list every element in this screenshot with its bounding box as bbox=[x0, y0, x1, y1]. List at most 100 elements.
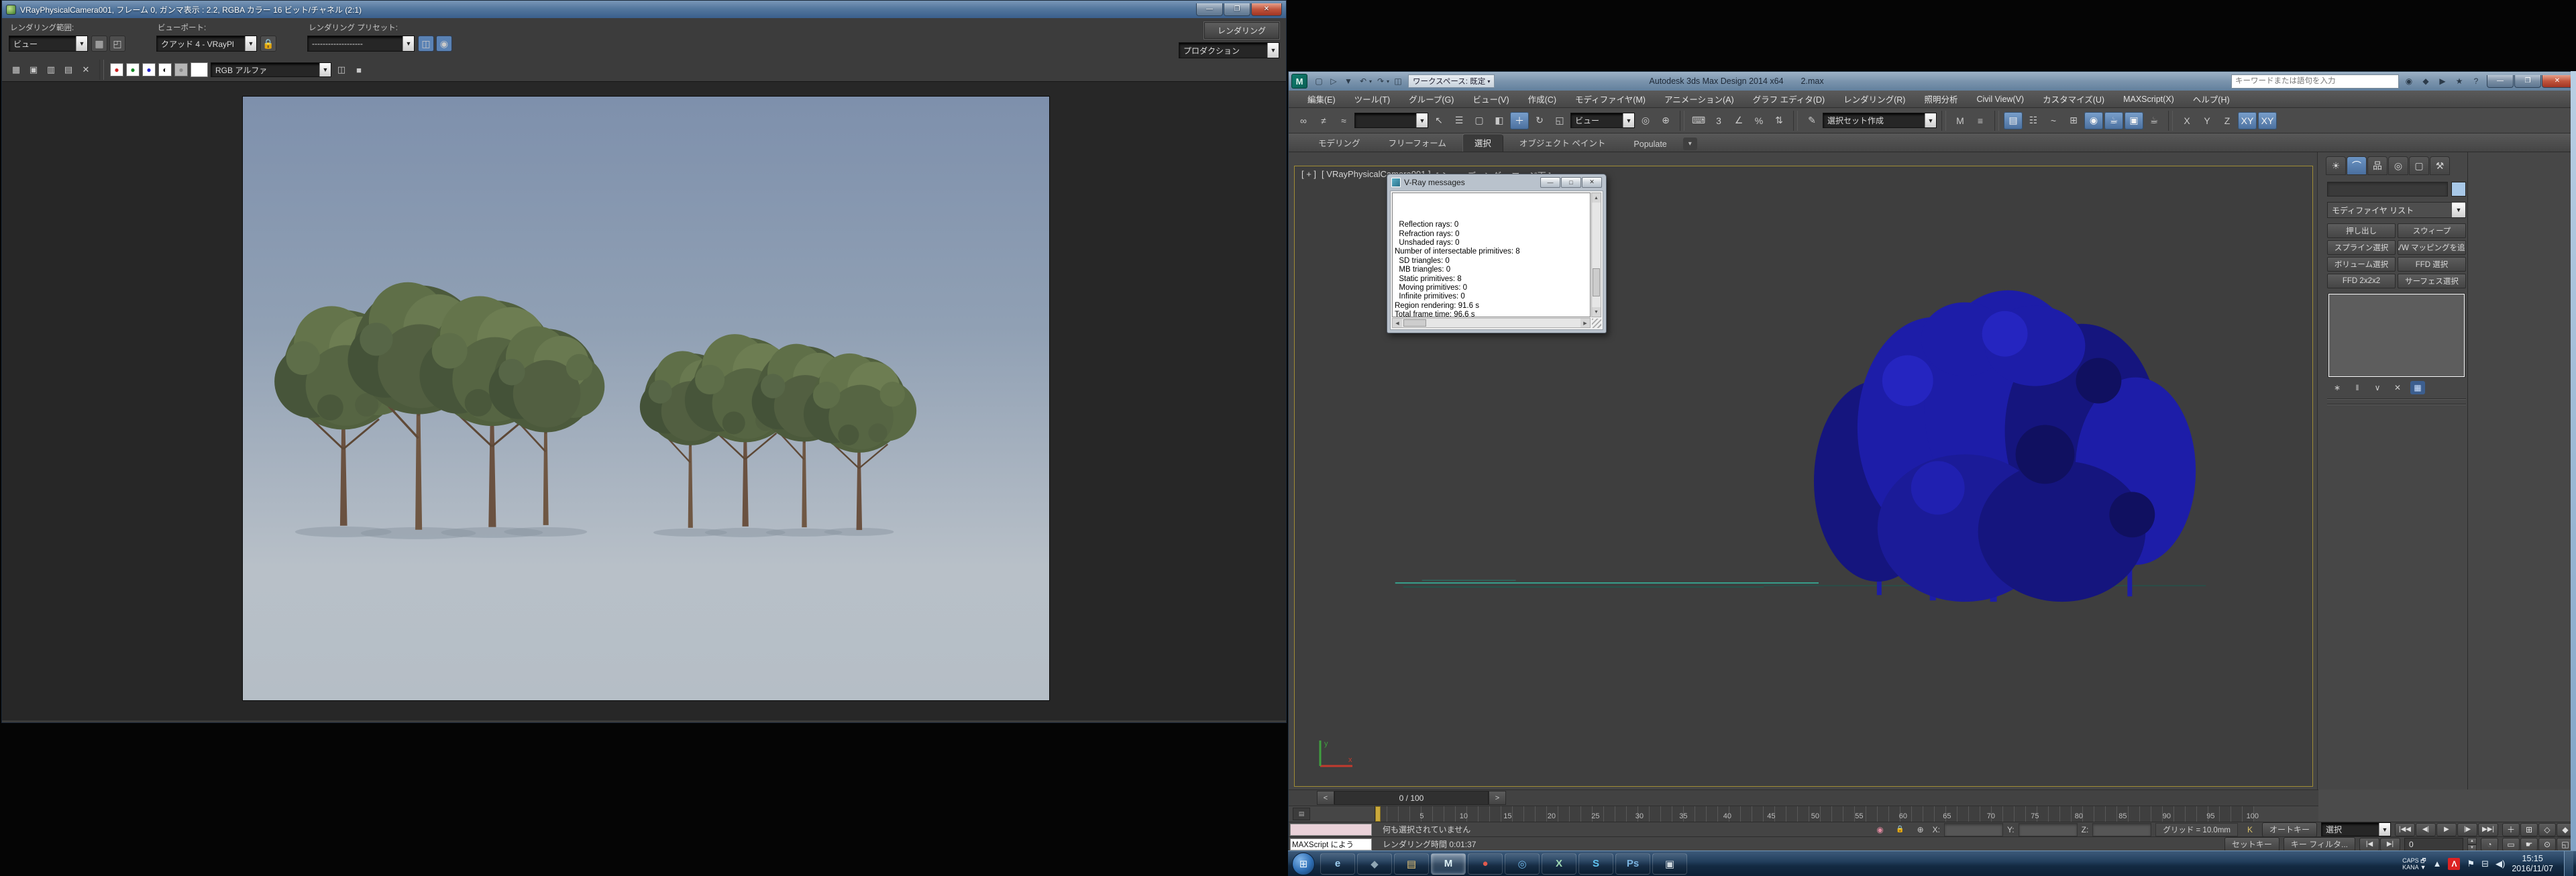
modifier-button[interactable]: 押し出し bbox=[2327, 223, 2396, 238]
vray-messages-dialog[interactable]: V-Ray messages — □ ✕ Reflection rays: 0 … bbox=[1387, 174, 1607, 333]
axis-xy-button[interactable]: XY bbox=[2238, 112, 2257, 129]
snap-xy-button[interactable]: XY bbox=[2258, 112, 2277, 129]
next-key-button[interactable]: ▶| bbox=[2380, 838, 2400, 851]
tray-avira-icon[interactable]: Λ bbox=[2448, 858, 2460, 870]
search-icon[interactable]: ◉ bbox=[2402, 74, 2416, 88]
undo-icon[interactable]: ↶ bbox=[1356, 74, 1371, 88]
render-preset-dropdown[interactable]: -------------------▼ bbox=[307, 36, 415, 52]
spinner-down-icon[interactable]: ▼ bbox=[2467, 844, 2477, 851]
save-file-icon[interactable]: ▼ bbox=[1341, 74, 1356, 88]
tray-up-arrow-icon[interactable]: ▲ bbox=[2433, 859, 2442, 869]
edit-region-icon[interactable]: ◰ bbox=[109, 36, 125, 52]
ribbon-tab[interactable]: オブジェクト ペイント bbox=[1507, 133, 1617, 152]
spinner-snap-icon[interactable]: ⇅ bbox=[1770, 112, 1788, 129]
taskbar-app8-icon[interactable]: S bbox=[1578, 853, 1613, 875]
chevron-down-icon[interactable]: ▾ bbox=[1369, 78, 1372, 85]
dialog-title-bar[interactable]: V-Ray messages — □ ✕ bbox=[1387, 174, 1606, 190]
infocenter-search-input[interactable] bbox=[2231, 74, 2399, 89]
edit-named-selections-icon[interactable]: ✎ bbox=[1803, 112, 1821, 129]
show-end-result-icon[interactable]: ‖ bbox=[2350, 381, 2365, 394]
zoom-icon[interactable]: ＋ bbox=[2502, 823, 2520, 836]
restore-button[interactable]: ❐ bbox=[2514, 75, 2541, 88]
taskbar-folder-icon[interactable]: ▤ bbox=[1394, 853, 1429, 875]
taskbar-3dsmax-icon[interactable]: M bbox=[1431, 853, 1466, 875]
ribbon-tab[interactable]: Populate bbox=[1621, 137, 1678, 152]
mini-curve-editor-icon[interactable]: ▤ bbox=[1293, 808, 1310, 820]
unlink-selection-icon[interactable]: ≠ bbox=[1314, 112, 1333, 129]
minimize-button[interactable]: — bbox=[1196, 3, 1223, 16]
vfb-title-bar[interactable]: VRayPhysicalCamera001, フレーム 0, ガンマ表示 : 2… bbox=[2, 1, 1286, 18]
channel-display-dropdown[interactable]: RGB アルファ▼ bbox=[211, 62, 331, 77]
material-editor-icon[interactable]: ◉ bbox=[2084, 112, 2103, 129]
named-selection-sets-dropdown[interactable]: 選択セット作成▼ bbox=[1823, 113, 1937, 128]
modifier-button[interactable]: サーフェス選択 bbox=[2398, 274, 2466, 288]
zoom-all-icon[interactable]: ⊞ bbox=[2520, 823, 2538, 836]
menu-item[interactable]: Civil View(V) bbox=[1967, 91, 2033, 107]
taskbar-ps-icon[interactable]: Ps bbox=[1615, 853, 1650, 875]
taskbar-app10-icon[interactable]: ▣ bbox=[1652, 853, 1687, 875]
go-to-end-button[interactable]: ▶▶| bbox=[2478, 823, 2498, 836]
language-indicator[interactable]: CAPS 🗗 KANA ▼ bbox=[2402, 857, 2426, 871]
taskbar-app2-icon[interactable]: ◆ bbox=[1357, 853, 1392, 875]
rendered-frame-icon[interactable]: ▣ bbox=[2125, 112, 2143, 129]
select-region-icon[interactable]: ▦ bbox=[91, 36, 107, 52]
menu-item[interactable]: ビュー(V) bbox=[1463, 91, 1518, 107]
pan-icon[interactable]: ☛ bbox=[2520, 838, 2538, 851]
tab-hierarchy-icon[interactable]: 品 bbox=[2367, 156, 2387, 175]
window-crossing-icon[interactable]: ◧ bbox=[1490, 112, 1509, 129]
timeline-ruler[interactable]: 5101520253035404550556065707580859095100 bbox=[1375, 806, 2254, 822]
time-slider-frame-indicator[interactable]: 0 / 100 bbox=[1334, 791, 1489, 805]
scroll-up-icon[interactable]: ▲ bbox=[1592, 193, 1601, 203]
scrollbar-thumb[interactable] bbox=[1403, 319, 1426, 327]
maxscript-mini-listener[interactable]: MAXScript によう bbox=[1290, 838, 1372, 851]
taskbar-excel-icon[interactable]: X bbox=[1542, 853, 1576, 875]
redo-icon[interactable]: ↷ bbox=[1373, 74, 1388, 88]
minimize-button[interactable]: — bbox=[2487, 75, 2514, 88]
tray-volume-icon[interactable]: ◀) bbox=[2496, 859, 2505, 869]
menu-item[interactable]: レンダリング(R) bbox=[1834, 91, 1915, 107]
show-desktop-button[interactable] bbox=[2564, 851, 2573, 876]
menu-item[interactable]: 照明分析 bbox=[1915, 91, 1967, 107]
tab-utilities-icon[interactable]: ⚒ bbox=[2430, 156, 2450, 175]
angle-snap-icon[interactable]: ∠ bbox=[1729, 112, 1748, 129]
copy-image-icon[interactable]: ▣ bbox=[26, 62, 41, 77]
x-coordinate-field[interactable] bbox=[1944, 823, 2003, 836]
render-button[interactable]: レンダリング bbox=[1204, 22, 1279, 39]
lock-viewport-icon[interactable]: 🔒 bbox=[260, 36, 276, 52]
reference-coordinate-dropdown[interactable]: ビュー▼ bbox=[1570, 113, 1635, 128]
curve-editor-icon[interactable]: ~ bbox=[2044, 112, 2063, 129]
align-icon[interactable]: ≡ bbox=[1971, 112, 1990, 129]
scroll-right-icon[interactable]: ▶ bbox=[1580, 319, 1590, 327]
help-icon[interactable]: ? bbox=[2469, 74, 2483, 88]
select-and-scale-icon[interactable]: ◱ bbox=[1550, 112, 1569, 129]
isolate-selection-icon[interactable]: ◉ bbox=[1872, 823, 1888, 836]
object-color-swatch[interactable] bbox=[2451, 182, 2466, 197]
clear-image-icon[interactable]: ✕ bbox=[78, 62, 93, 77]
selection-filter-dropdown[interactable]: ▼ bbox=[1354, 113, 1428, 128]
open-file-icon[interactable]: ▷ bbox=[1326, 74, 1341, 88]
load-preset-icon[interactable]: ◫ bbox=[418, 36, 434, 52]
modifier-list-dropdown[interactable]: モディファイヤ リスト ▼ bbox=[2327, 202, 2466, 218]
ribbon-tab[interactable]: 選択 bbox=[1462, 133, 1503, 152]
menu-item[interactable]: グループ(G) bbox=[1399, 91, 1463, 107]
vertical-scrollbar[interactable]: ▲ ▼ bbox=[1591, 193, 1601, 317]
orbit-icon[interactable]: ⊙ bbox=[2538, 838, 2556, 851]
menu-item[interactable]: 作成(C) bbox=[1519, 91, 1566, 107]
bind-to-spacewarp-icon[interactable]: ≈ bbox=[1334, 112, 1353, 129]
use-pivot-center-icon[interactable]: ◎ bbox=[1636, 112, 1655, 129]
menu-item[interactable]: ヘルプ(H) bbox=[2184, 91, 2239, 107]
restore-button[interactable]: ❐ bbox=[1224, 3, 1250, 16]
red-channel-icon[interactable]: ● bbox=[110, 63, 123, 76]
modifier-button[interactable]: スウィープ bbox=[2398, 223, 2466, 238]
current-frame-field[interactable]: 0 bbox=[2404, 838, 2463, 851]
z-coordinate-field[interactable] bbox=[2092, 823, 2151, 836]
select-and-link-icon[interactable]: ∞ bbox=[1294, 112, 1313, 129]
resize-grip[interactable] bbox=[1592, 319, 1601, 328]
remove-modifier-icon[interactable]: ✕ bbox=[2390, 381, 2405, 394]
previous-frame-arrow[interactable]: < bbox=[1317, 791, 1334, 805]
toggle-ui-overlay-icon[interactable]: ■ bbox=[352, 62, 366, 77]
zoom-extents-icon[interactable]: ◇ bbox=[2538, 823, 2556, 836]
minimize-button[interactable]: — bbox=[1540, 177, 1560, 188]
menu-item[interactable]: グラフ エディタ(D) bbox=[1743, 91, 1834, 107]
snap-3d-icon[interactable]: 3 bbox=[1709, 112, 1728, 129]
